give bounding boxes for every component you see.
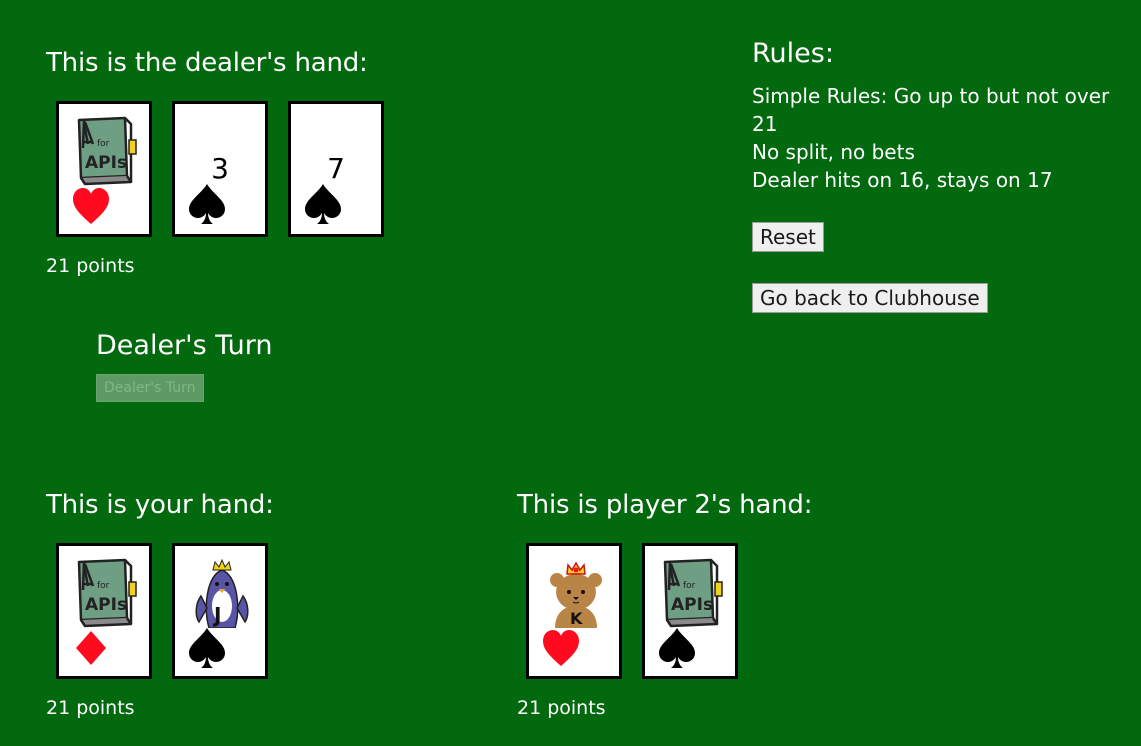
diamond-icon (71, 626, 111, 670)
spade-icon (657, 626, 697, 670)
heart-icon (541, 626, 581, 670)
clubhouse-button[interactable]: Go back to Clubhouse (752, 283, 988, 313)
rules-text: Simple Rules: Go up to but not over 21 N… (752, 82, 1137, 194)
player-cards (56, 543, 268, 679)
player2-card-ace-spades (642, 543, 738, 679)
player-card-ace-diamonds (56, 543, 152, 679)
player-hand-title: This is your hand: (46, 490, 274, 520)
api-book-icon (73, 556, 139, 628)
rules-line: No split, no bets (752, 140, 915, 164)
spade-icon (303, 182, 343, 226)
rules-title: Rules: (752, 38, 834, 69)
bear-king-icon (543, 556, 609, 628)
api-book-icon (659, 556, 725, 628)
heart-icon (71, 184, 111, 228)
penguin-jack-icon (189, 556, 255, 628)
rules-line: Dealer hits on 16, stays on 17 (752, 168, 1053, 192)
player2-card-king-hearts (526, 543, 622, 679)
turn-title: Dealer's Turn (96, 330, 273, 361)
dealer-cards: 3 7 (56, 101, 384, 237)
dealer-turn-button: Dealer's Turn (96, 374, 204, 402)
card-rank: 3 (211, 152, 229, 185)
player2-cards (526, 543, 738, 679)
player2-hand-title: This is player 2's hand: (517, 490, 813, 520)
dealer-hand-title: This is the dealer's hand: (46, 48, 368, 78)
dealer-card-ace-hearts (56, 101, 152, 237)
dealer-points: 21 points (46, 255, 135, 277)
spade-icon (187, 626, 227, 670)
api-book-icon (73, 114, 139, 186)
spade-icon (187, 182, 227, 226)
reset-button[interactable]: Reset (752, 222, 824, 252)
player-card-jack-spades (172, 543, 268, 679)
card-rank: 7 (327, 152, 345, 185)
player2-points: 21 points (517, 697, 606, 719)
rules-line: Simple Rules: Go up to but not over 21 (752, 84, 1110, 136)
dealer-card-7-spades: 7 (288, 101, 384, 237)
player-points: 21 points (46, 697, 135, 719)
dealer-card-3-spades: 3 (172, 101, 268, 237)
